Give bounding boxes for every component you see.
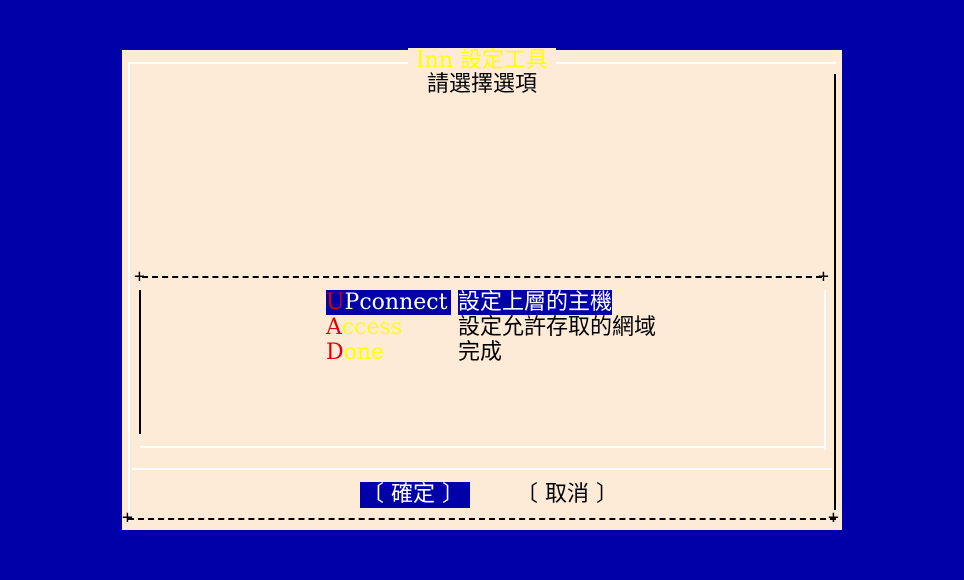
menu-box-right-border [824,290,826,450]
menu-box-bottom-border [140,446,826,448]
inn-config-dialog: + + Inn 設定工具 請選擇選項 + + UPconnect 設定上層的主機… [122,48,842,530]
button-area-divider [132,468,832,470]
menu-box-top-border [142,276,822,278]
menu-item-description: 完成 [458,340,503,365]
menu-item-tag: Access [326,315,403,340]
dialog-prompt: 請選擇選項 [426,72,537,97]
ok-button[interactable]: 〔 確定 〕 [360,482,470,508]
menu-item-tag: UPconnect [326,290,452,315]
corner-bottom-right: + [828,507,839,528]
menu-item-description: 設定允許存取的網域 [458,315,657,340]
menu-box-left-border [139,290,141,434]
dialog-bottom-border [128,518,836,520]
dialog-right-border [834,74,836,510]
menu-item-description: 設定上層的主機 [458,290,613,315]
menu-corner-top-left: + [134,266,145,287]
menu-item-tag: Done [326,340,385,365]
menu-corner-top-right: + [818,266,829,287]
corner-bottom-left: + [122,507,133,528]
dialog-left-border [128,62,130,522]
dialog-title: Inn 設定工具 [122,48,842,74]
cancel-button[interactable]: 〔 取消 〕 [516,482,618,508]
